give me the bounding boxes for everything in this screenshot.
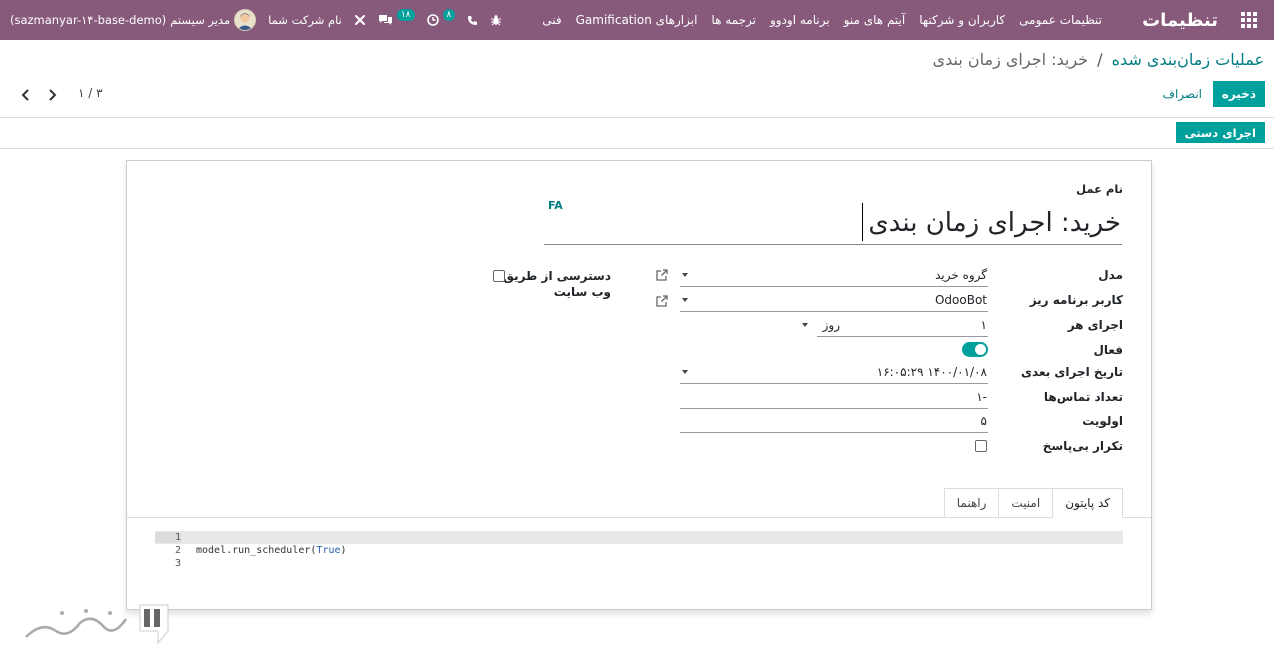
priority-field[interactable]: ۵ [680,409,988,433]
code-plain-end: ) [340,545,347,556]
num-calls-value: -۱ [976,389,987,404]
notebook-tabs: کد پایتون امنیت راهنما [943,488,1123,518]
tab-help[interactable]: راهنما [943,488,1000,518]
code-text: model.run_scheduler(True) [181,545,347,556]
code-keyword: True [316,545,341,556]
user-name: مدیر سیستم [170,13,231,27]
num-calls-label: تعداد تماس‌ها [1043,390,1123,404]
menu-menu-items[interactable]: آیتم های منو [844,13,906,27]
tab-security[interactable]: امنیت [998,488,1054,518]
chevron-left-icon [21,89,29,101]
debug-menu[interactable] [490,14,502,26]
form-sheet: نام عمل FA خرید: اجرای زمان بندی مدل کار… [126,160,1152,610]
phone-icon [468,15,478,25]
breadcrumb-separator: / [1097,50,1103,69]
name-input[interactable]: خرید: اجرای زمان بندی [544,201,1122,245]
priority-value: ۵ [980,413,987,428]
do-repeat-checkbox[interactable] [975,440,987,452]
line-number: 1 [155,532,181,543]
menu-general-settings[interactable]: تنظیمات عمومی [1019,13,1102,27]
model-label: مدل [1098,268,1123,282]
dropdown-caret-icon [802,323,808,327]
next-call-value: ۱۴۰۰/۰۱/۰۸ ۱۶:۰۵:۲۹ [876,364,987,379]
user-external-link[interactable] [655,294,669,308]
tools-icon [354,15,365,25]
code-editor[interactable]: 1 2 model.run_scheduler(True) 3 [155,531,1123,570]
chat-icon [378,15,392,25]
dropdown-caret-icon [682,370,688,374]
discard-button[interactable]: انصراف [1159,81,1206,107]
systray: (sazmanyar-۱۴-base-demo) مدیر سیستم نام … [10,0,502,40]
code-line: 2 model.run_scheduler(True) [155,544,1123,557]
line-number: 3 [174,558,181,569]
clock-icon [426,14,439,26]
tab-python-code[interactable]: کد پایتون [1052,488,1123,518]
do-repeat-label: تکرار بی‌پاسخ [1042,439,1123,453]
interval-number-value: ۱ [980,317,987,332]
manual-run-button[interactable]: اجرای دستی [1175,122,1265,143]
interval-label: اجرای هر [1067,318,1123,332]
save-button[interactable]: ذخیره [1212,81,1265,107]
menu-odoo-app[interactable]: برنامه اودوو [770,13,830,27]
database-name: (sazmanyar-۱۴-base-demo) [10,13,167,27]
name-value: خرید: اجرای زمان بندی [868,207,1121,238]
voip-menu[interactable] [467,15,478,26]
apps-menu-icon[interactable] [1238,0,1260,40]
num-calls-field[interactable]: -۱ [680,385,988,409]
pager-previous-button[interactable] [18,86,34,104]
user-avatar-icon [237,13,254,30]
menu-users-companies[interactable]: کاربران و شرکتها [919,13,1005,27]
app-title[interactable]: تنظیمات [1142,0,1218,40]
external-link-icon [656,269,668,281]
text-cursor [862,203,863,241]
activity-menu[interactable]: ۸ [426,9,456,26]
menu-gamification[interactable]: ابزارهای Gamification [576,13,698,27]
model-field[interactable]: گروه خرید [680,263,988,287]
code-plain: model.run_scheduler( [196,545,317,556]
status-bar: اجرای دستی [0,118,1274,149]
pager-value[interactable]: ۱ / ۳ [78,86,103,100]
model-external-link[interactable] [655,268,669,282]
scheduler-user-field[interactable]: OdooBot [680,288,988,312]
scheduler-user-value: OdooBot [934,292,987,307]
menu-technical[interactable]: فنی [542,13,561,27]
interval-unit-value: روز [822,318,840,332]
debug-tools[interactable] [354,14,366,26]
line-number: 2 [174,545,181,556]
bug-icon [491,15,502,26]
company-switcher[interactable]: نام شرکت شما [268,13,342,27]
user-menu[interactable]: (sazmanyar-۱۴-base-demo) مدیر سیستم [10,9,257,31]
active-label: فعال [1093,343,1123,357]
messaging-menu[interactable]: ۱۸ [378,9,415,26]
active-toggle[interactable] [962,342,988,357]
interval-unit-select[interactable]: روز [800,313,918,337]
scheduler-user-label: کاربر برنامه ریز [1029,293,1123,307]
pager-next-button[interactable] [44,86,60,104]
breadcrumb: عملیات زمان‌بندی شده / خرید: اجرای زمان … [933,50,1264,69]
website-access-checkbox[interactable] [493,270,505,282]
breadcrumb-current: خرید: اجرای زمان بندی [932,50,1089,69]
external-link-icon [656,295,668,307]
website-access-label: دسترسی از طریق وب سایت [503,269,611,299]
avatar [234,9,257,31]
next-call-field[interactable]: ۱۴۰۰/۰۱/۰۸ ۱۶:۰۵:۲۹ [680,360,988,384]
code-line: 1 [155,531,1123,544]
messages-badge: ۱۸ [396,9,415,21]
company-name: نام شرکت شما [268,13,342,27]
activities-badge: ۸ [442,9,456,21]
breadcrumb-parent[interactable]: عملیات زمان‌بندی شده [1112,50,1264,69]
next-call-label: تاریخ اجرای بعدی [1021,365,1123,379]
model-value: گروه خرید [935,267,987,282]
name-label: نام عمل [1076,182,1123,196]
top-navbar: تنظیمات تنظیمات عمومی کاربران و شرکتها آ… [0,0,1274,40]
watermark-logo [22,601,170,647]
chevron-right-icon [49,89,57,101]
dropdown-caret-icon [682,298,688,302]
menu-translations[interactable]: ترجمه ها [711,13,756,27]
logo-icon [25,604,169,645]
main-menu: تنظیمات عمومی کاربران و شرکتها آیتم های … [542,0,1102,40]
code-line: 3 [155,557,1123,570]
dropdown-caret-icon [682,273,688,277]
priority-label: اولویت [1082,414,1123,428]
